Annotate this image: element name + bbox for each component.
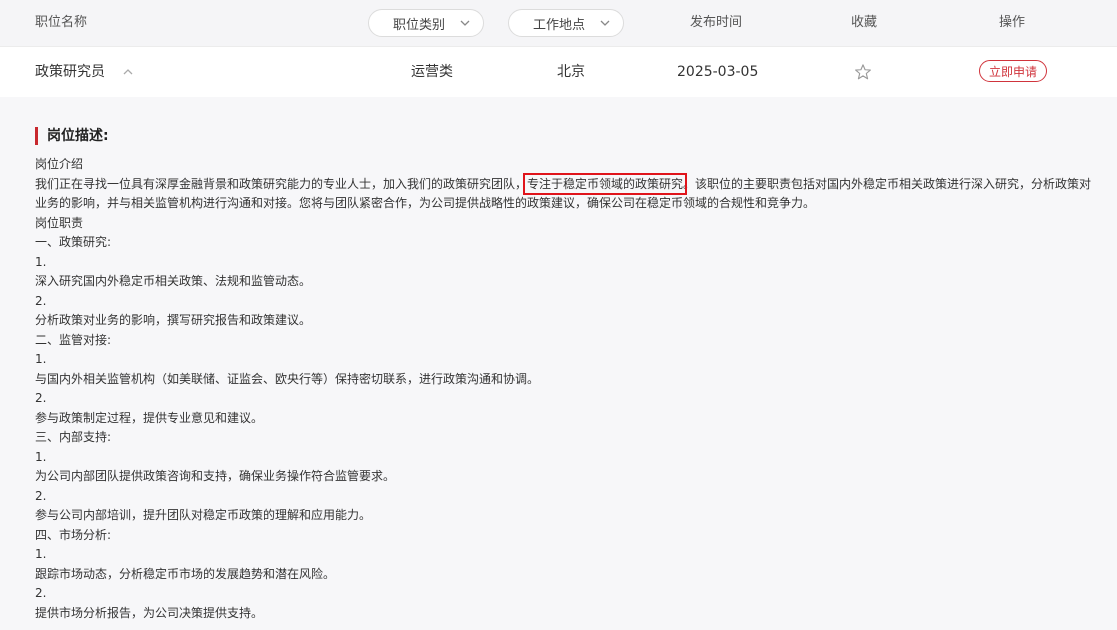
description-line: 为公司内部团队提供政策咨询和支持，确保业务操作符合监管要求。 xyxy=(35,469,396,483)
header-action: 操作 xyxy=(999,15,1026,30)
description-line: 1. xyxy=(35,547,47,561)
intro-heading: 岗位介绍 xyxy=(35,157,84,171)
description-line: 二、监管对接: xyxy=(35,332,112,347)
description-heading: 岗位描述: xyxy=(35,127,109,145)
category-filter-dropdown[interactable]: 职位类别 xyxy=(368,9,484,37)
chevron-up-icon[interactable] xyxy=(121,66,135,78)
job-row[interactable]: 政策研究员 运营类 北京 2025-03-05 立即申请 xyxy=(0,47,1117,97)
location-filter-dropdown[interactable]: 工作地点 xyxy=(508,9,624,37)
intro-text-before: 我们正在寻找一位具有深厚金融背景和政策研究能力的专业人士，加入我们的政策研究团队… xyxy=(35,176,528,191)
description-line: 参与政策制定过程，提供专业意见和建议。 xyxy=(35,410,264,425)
chevron-down-icon xyxy=(460,20,470,26)
description-line: 提供市场分析报告，为公司决策提供支持。 xyxy=(35,605,264,620)
description-line: 1. xyxy=(35,352,47,366)
description-line: 2. xyxy=(35,488,47,503)
category-filter-label: 职位类别 xyxy=(392,17,445,33)
description-line: 跟踪市场动态，分析稳定币市场的发展趋势和潜在风险。 xyxy=(35,566,336,581)
description-line: 与国内外相关监管机构（如美联储、证监会、欧央行等）保持密切联系，进行政策沟通和协… xyxy=(35,371,540,386)
header-favorite: 收藏 xyxy=(851,15,878,30)
highlighted-phrase: 专注于稳定币领域的政策研究 xyxy=(523,172,688,195)
description-line: 一、政策研究: xyxy=(35,235,112,249)
description-line: 2. xyxy=(35,586,47,600)
description-line: 四、市场分析: xyxy=(35,527,112,542)
description-line: 2. xyxy=(35,293,47,308)
chevron-down-icon xyxy=(600,20,610,26)
apply-now-button[interactable]: 立即申请 xyxy=(979,60,1047,82)
job-detail-panel: 岗位描述: 岗位介绍 我们正在寻找一位具有深厚金融背景和政策研究能力的专业人士，… xyxy=(0,97,1117,630)
job-title[interactable]: 政策研究员 xyxy=(35,47,105,97)
description-line: 参与公司内部培训，提升团队对稳定币政策的理解和应用能力。 xyxy=(35,508,372,522)
table-header: 职位名称 职位类别 工作地点 发布时间 收藏 操作 xyxy=(0,0,1117,47)
header-publish-date: 发布时间 xyxy=(690,15,743,30)
star-outline-icon[interactable] xyxy=(854,63,872,81)
description-line: 分析政策对业务的影响，撰写研究报告和政策建议。 xyxy=(35,313,312,327)
description-line: 2. xyxy=(35,391,47,405)
header-job-title: 职位名称 xyxy=(35,15,88,30)
description-line: 深入研究国内外稳定币相关政策、法规和监管动态。 xyxy=(35,274,312,288)
location-filter-label: 工作地点 xyxy=(532,17,585,33)
job-location: 北京 xyxy=(557,64,585,80)
description-line: 岗位职责 xyxy=(35,215,84,230)
job-publish-date: 2025-03-05 xyxy=(677,64,759,80)
description-body: 岗位介绍 我们正在寻找一位具有深厚金融背景和政策研究能力的专业人士，加入我们的政… xyxy=(35,155,1100,623)
description-line: 三、内部支持: xyxy=(35,430,112,444)
responsibilities-list: 岗位职责一、政策研究: 1. 深入研究国内外稳定币相关政策、法规和监管动态。 2. 分析… xyxy=(35,214,1100,624)
description-line: 1. xyxy=(35,254,47,269)
intro-paragraph: 我们正在寻找一位具有深厚金融背景和政策研究能力的专业人士，加入我们的政策研究团队… xyxy=(35,172,1100,214)
job-category: 运营类 xyxy=(411,64,453,80)
description-line: 1. xyxy=(35,449,47,464)
